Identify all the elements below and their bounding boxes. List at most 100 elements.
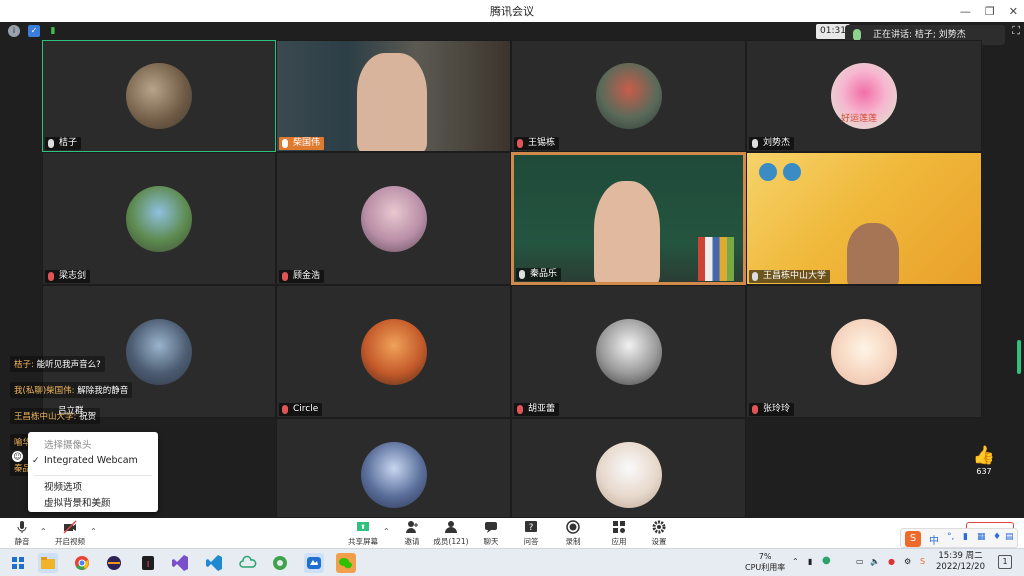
- ime-mic-icon[interactable]: ▮: [963, 532, 968, 542]
- speaking-label: 正在讲话: 桔子; 刘势杰: [873, 30, 966, 40]
- signal-icon[interactable]: ▮: [47, 25, 59, 37]
- tray-settings-icon[interactable]: ⚙: [904, 557, 911, 566]
- cpu-meter: 7% CPU利用率: [745, 551, 785, 573]
- ime-toolbar: S 中 °, ▮ ▦ ♦ ▤: [900, 528, 1018, 548]
- tray-security-icon[interactable]: ●: [888, 557, 895, 566]
- shield-icon[interactable]: ✓: [28, 25, 40, 37]
- participant-tile[interactable]: 胡亚蕾: [511, 285, 746, 418]
- mute-button[interactable]: 静音: [10, 520, 34, 547]
- settings-button[interactable]: 设置: [648, 520, 670, 547]
- tencent-meeting-icon[interactable]: [304, 553, 324, 573]
- meeting-window: 腾讯会议 — ❐ ✕ i ✓ ▮ 01:31 正在讲话: 桔子; 刘势杰 ⛶ 桔…: [0, 0, 1024, 576]
- participant-tile[interactable]: 柴国伟: [276, 40, 511, 152]
- menu-divider: [34, 475, 152, 476]
- system-clock[interactable]: 15:39 周二 2022/12/20: [936, 551, 985, 573]
- camera-option-webcam[interactable]: Integrated Webcam: [44, 455, 138, 466]
- wechat-icon[interactable]: [336, 553, 356, 573]
- participant-name: Circle: [279, 403, 323, 416]
- tray-mic-icon[interactable]: ▮: [808, 557, 812, 566]
- avatar: [831, 318, 897, 385]
- video-grid: 桔子 柴国伟 王锡栋 好运莲莲 刘势杰 梁志剑 顾金浩 秦品乐 王昌栋中山大学 …: [42, 40, 982, 518]
- visual-studio-icon[interactable]: [170, 553, 190, 573]
- restore-icon[interactable]: ❐: [985, 5, 995, 18]
- video-options-caret[interactable]: ⌃: [90, 527, 97, 536]
- avatar: [595, 318, 662, 385]
- participant-tile[interactable]: [511, 418, 746, 518]
- camera-menu-header: 选择摄像头: [44, 440, 92, 451]
- participant-name: 胡亚蕾: [514, 403, 560, 416]
- avatar: [595, 63, 662, 129]
- apps-button[interactable]: 应用: [608, 520, 630, 547]
- clock-date: 2022/12/20: [936, 562, 985, 572]
- chrome-icon[interactable]: [72, 553, 92, 573]
- start-video-button[interactable]: 开启视频: [52, 520, 88, 547]
- participant-tile[interactable]: 梁志剑: [42, 152, 276, 285]
- share-screen-button[interactable]: 共享屏幕: [346, 520, 380, 547]
- participant-tile[interactable]: 顾金浩: [276, 152, 511, 285]
- mic-icon: [48, 139, 54, 148]
- info-icon[interactable]: i: [8, 25, 20, 37]
- participant-tile[interactable]: [276, 418, 511, 518]
- virtual-background-item[interactable]: 虚拟背景和美颜: [44, 495, 111, 509]
- app-icon[interactable]: I: [138, 553, 158, 573]
- mic-icon: [752, 272, 758, 281]
- window-controls: — ❐ ✕: [960, 0, 1018, 22]
- like-reaction[interactable]: 👍 637: [970, 447, 998, 477]
- file-explorer-icon[interactable]: [38, 553, 58, 573]
- participant-tile[interactable]: 桔子: [42, 40, 276, 152]
- participant-tile[interactable]: 王昌栋中山大学: [746, 152, 982, 285]
- volume-icon[interactable]: 🔈: [870, 557, 880, 566]
- record-button[interactable]: 录制: [562, 520, 584, 547]
- ime-punct-icon[interactable]: °,: [947, 532, 954, 542]
- cpu-percent: 7%: [758, 552, 772, 561]
- ime-lang[interactable]: 中: [929, 532, 939, 547]
- network-icon[interactable]: ▭: [856, 557, 864, 566]
- video-options-item[interactable]: 视频选项: [44, 479, 82, 493]
- tray-ime-icon[interactable]: S: [920, 557, 925, 566]
- participant-name: 顾金浩: [279, 270, 325, 283]
- sogou-icon[interactable]: S: [905, 531, 921, 547]
- participant-name: 梁志剑: [45, 270, 91, 283]
- participant-tile[interactable]: 秦品乐: [511, 152, 746, 285]
- chat-button[interactable]: 聊天: [480, 520, 502, 547]
- mic-off-icon: [517, 139, 523, 148]
- eclipse-icon[interactable]: [104, 553, 124, 573]
- qa-button[interactable]: ? 问答: [520, 520, 542, 547]
- check-icon: ✓: [32, 456, 40, 466]
- fullscreen-icon[interactable]: ⛶: [1012, 24, 1020, 38]
- invite-button[interactable]: 邀请: [400, 520, 424, 547]
- title-bar: 腾讯会议 — ❐ ✕: [0, 0, 1024, 22]
- participant-tile[interactable]: 好运莲莲 刘势杰: [746, 40, 982, 152]
- ime-menu-icon[interactable]: ▤: [1005, 532, 1014, 542]
- edge-icon[interactable]: [270, 553, 290, 573]
- vscode-icon[interactable]: [204, 553, 224, 573]
- windows-taskbar: I 7% CPU利用率 ⌃ ▮ ● ▭ 🔈 ● ⚙ S 15:39 周二 202…: [0, 548, 1024, 576]
- tray-app-icon[interactable]: ●: [822, 555, 831, 566]
- share-options-caret[interactable]: ⌃: [383, 527, 390, 536]
- participant-name: 桔子: [45, 137, 82, 150]
- members-button[interactable]: 成员(121): [432, 520, 470, 547]
- windows-start-icon[interactable]: [8, 553, 28, 573]
- participant-tile[interactable]: 张玲玲: [746, 285, 982, 418]
- tray-overflow-icon[interactable]: ⌃: [792, 557, 799, 566]
- microphone-icon: [17, 521, 27, 533]
- mute-options-caret[interactable]: ⌃: [40, 527, 47, 536]
- notification-icon[interactable]: 1: [998, 555, 1012, 569]
- thumbs-up-icon[interactable]: 👍: [970, 447, 998, 465]
- invite-icon: [406, 521, 418, 533]
- ime-keyboard-icon[interactable]: ▦: [977, 532, 986, 542]
- ime-skin-icon[interactable]: ♦: [993, 532, 1001, 542]
- participant-tile[interactable]: 王锡栋: [511, 40, 746, 152]
- scrollbar[interactable]: [1017, 340, 1021, 374]
- camera-menu: 选择摄像头 ✓ Integrated Webcam 视频选项 虚拟背景和美颜: [28, 432, 158, 512]
- emoji-icon[interactable]: ☺: [12, 451, 23, 462]
- close-icon[interactable]: ✕: [1009, 5, 1018, 18]
- minimize-icon[interactable]: —: [960, 5, 971, 18]
- mic-off-icon: [48, 272, 54, 281]
- mic-off-icon: [282, 405, 288, 414]
- participant-tile[interactable]: Circle: [276, 285, 511, 418]
- cloud-icon[interactable]: [238, 553, 258, 573]
- apps-icon: [613, 521, 625, 533]
- participant-name: 刘势杰: [749, 137, 795, 150]
- share-screen-icon: [357, 522, 369, 531]
